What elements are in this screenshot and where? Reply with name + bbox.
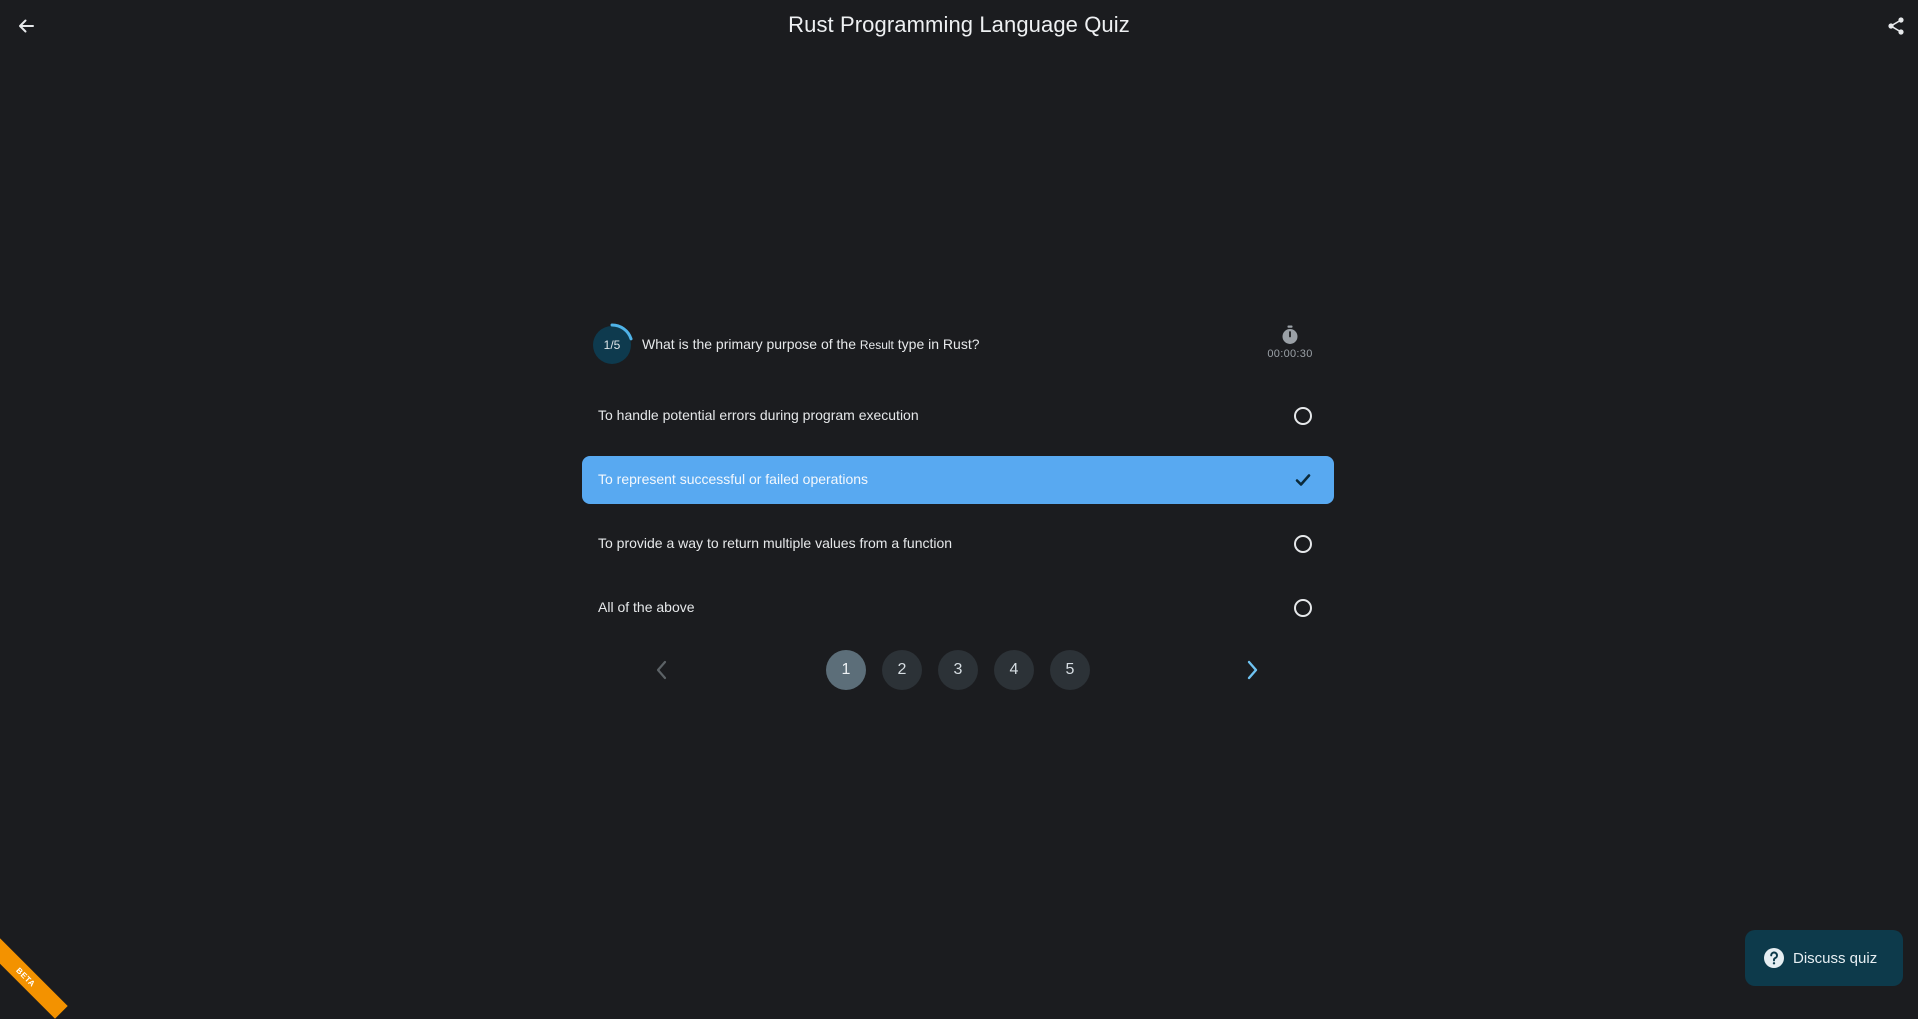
checkmark-icon[interactable] [1292,469,1314,491]
question-header: 1/5 What is the primary purpose of the R… [582,320,1334,370]
page-buttons: 1 2 3 4 5 [826,650,1090,690]
share-icon [1886,16,1906,36]
answer-option[interactable]: To handle potential errors during progra… [582,392,1334,440]
previous-question-button[interactable] [648,656,676,684]
question-code: Result [860,338,894,352]
radio-button[interactable] [1294,599,1312,617]
page-button-4[interactable]: 4 [994,650,1034,690]
question-text: What is the primary purpose of the Resul… [642,336,980,352]
answer-option-label: To handle potential errors during progra… [598,407,919,423]
question-pagination: 1 2 3 4 5 [582,648,1334,692]
top-bar: Rust Programming Language Quiz [0,0,1918,52]
answer-option-label: To represent successful or failed operat… [598,471,868,487]
answer-options: To handle potential errors during progra… [582,392,1334,632]
answer-option[interactable]: To provide a way to return multiple valu… [582,520,1334,568]
chevron-right-icon [1244,659,1260,681]
timer: 00:00:30 [1260,325,1320,360]
radio-button[interactable] [1294,407,1312,425]
stopwatch-icon [1281,325,1299,345]
discuss-quiz-label: Discuss quiz [1793,950,1877,967]
page-button-3[interactable]: 3 [938,650,978,690]
beta-ribbon: BETA [0,935,68,1018]
answer-option-selected[interactable]: To represent successful or failed operat… [582,456,1334,504]
page-title: Rust Programming Language Quiz [0,12,1918,38]
answer-option[interactable]: All of the above [582,584,1334,632]
timer-value: 00:00:30 [1260,348,1320,360]
discuss-quiz-button[interactable]: Discuss quiz [1745,930,1903,986]
radio-button[interactable] [1294,535,1312,553]
next-question-button[interactable] [1238,656,1266,684]
quiz-card: 1/5 What is the primary purpose of the R… [582,320,1334,692]
page-button-5[interactable]: 5 [1050,650,1090,690]
answer-option-label: All of the above [598,599,695,615]
share-button[interactable] [1882,12,1910,40]
help-circle-icon [1763,947,1785,969]
page-button-2[interactable]: 2 [882,650,922,690]
chevron-left-icon [654,659,670,681]
answer-option-label: To provide a way to return multiple valu… [598,535,952,551]
page-button-1[interactable]: 1 [826,650,866,690]
question-progress-ring: 1/5 [590,323,634,367]
question-counter: 1/5 [590,323,634,367]
